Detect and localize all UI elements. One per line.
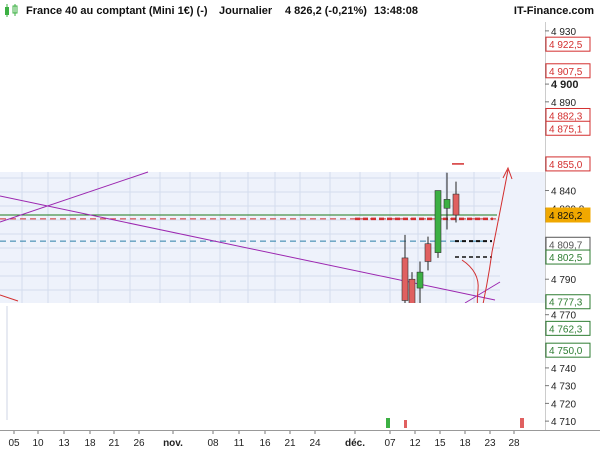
- price-tick-label: 4 730: [551, 382, 576, 393]
- chart-plot-area[interactable]: [0, 22, 545, 430]
- price-label: 4 826,2: [549, 211, 583, 222]
- chart-header: France 40 au comptant (Mini 1€) (-) Jour…: [0, 0, 600, 22]
- date-tick-label: 12: [409, 438, 421, 449]
- date-tick-label: 28: [508, 438, 520, 449]
- candle-body: [416, 271, 424, 289]
- volume-bar: [520, 418, 524, 428]
- date-tick-label: 21: [284, 438, 296, 449]
- date-tick-label: 16: [259, 438, 271, 449]
- price-label: 4 875,1: [549, 124, 583, 135]
- price-label: 4 855,0: [549, 160, 583, 171]
- volume-bar: [404, 420, 407, 428]
- date-tick-label: nov.: [163, 438, 183, 449]
- brand-name: IT-Finance.com: [513, 5, 594, 17]
- date-axis: 05 10 13 18 21 26 nov. 08 11 16 21 24 déc. 07 12 15 18 23…: [0, 430, 600, 449]
- candle-body: [401, 257, 409, 301]
- date-tick-label: 23: [484, 438, 496, 449]
- candle-body: [452, 193, 460, 216]
- price-tick-label: 4 840: [551, 187, 576, 198]
- price-tick-label: 4 890: [551, 98, 576, 109]
- price-tick-label: 4 720: [551, 399, 576, 410]
- candle-body: [424, 243, 432, 262]
- instrument-name: France 40 au comptant (Mini 1€) (-): [26, 5, 208, 17]
- price-label: 4 802,5: [549, 253, 583, 264]
- lower-panel: [0, 303, 545, 430]
- price-axis: 4 9304 9004 8904 8404 829,84 7904 7704 7…: [545, 22, 591, 430]
- date-tick-label: 05: [8, 438, 20, 449]
- price-tick-label: 4 790: [551, 275, 576, 286]
- price-tick-label: 4 710: [551, 417, 576, 428]
- candle-body: [443, 199, 451, 209]
- date-tick-label: déc.: [345, 438, 365, 449]
- candlestick-logo-icon: [5, 4, 18, 17]
- price-label: 4 907,5: [549, 67, 583, 78]
- price-tick-label: 4 770: [551, 311, 576, 322]
- date-tick-label: 24: [309, 438, 321, 449]
- date-tick-label: 18: [84, 438, 96, 449]
- price-label: 4 922,5: [549, 40, 583, 51]
- date-tick-label: 10: [32, 438, 44, 449]
- price-tick-label: 4 740: [551, 364, 576, 375]
- candle-body: [434, 190, 442, 253]
- price-label: 4 777,3: [549, 298, 583, 309]
- period-label: Journalier: [219, 5, 273, 17]
- date-tick-label: 11: [234, 438, 245, 449]
- date-tick-label: 15: [434, 438, 446, 449]
- price-label: 4 750,0: [549, 346, 583, 357]
- candle-body: [408, 278, 416, 307]
- quote-time: 13:48:08: [374, 5, 419, 17]
- price-tick-label: 4 930: [551, 27, 576, 38]
- price-label: 4 762,3: [549, 324, 583, 335]
- date-tick-label: 13: [58, 438, 70, 449]
- last-price: 4 826,2 (-0,21%): [285, 5, 367, 17]
- date-tick-label: 18: [459, 438, 471, 449]
- date-tick-label: 07: [384, 438, 396, 449]
- price-tick-label: 4 900: [551, 79, 579, 91]
- date-tick-label: 26: [133, 438, 145, 449]
- volume-bar: [386, 418, 390, 428]
- date-tick-label: 08: [207, 438, 219, 449]
- date-tick-label: 21: [108, 438, 120, 449]
